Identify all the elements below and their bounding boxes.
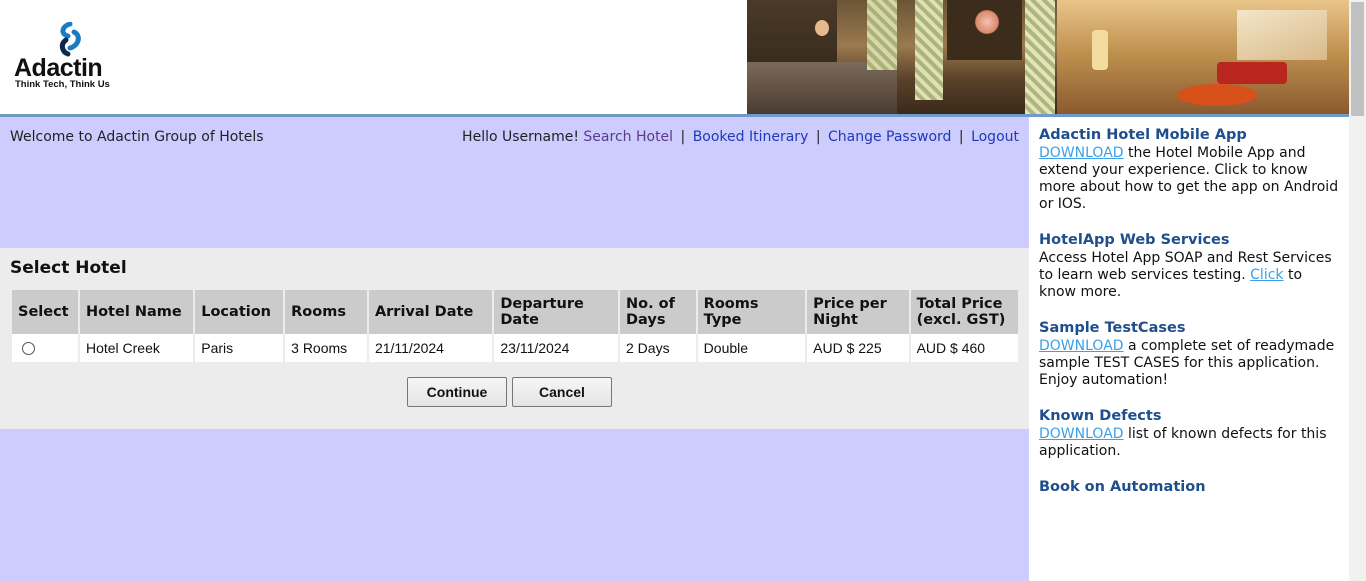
book-on-automation-heading[interactable]: Book on Automation [1039,479,1206,495]
column-header: Price per Night [807,290,909,334]
nav-logout-link[interactable]: Logout [971,129,1019,145]
column-header: Departure Date [494,290,618,334]
select-cell [12,334,78,362]
nav-search-hotel-link[interactable]: Search Hotel [583,129,673,145]
adactin-logo: Adactin Think Tech, Think Us [14,22,124,92]
logo-swirl-icon [59,22,81,57]
mobile-app-download-link[interactable]: DOWNLOAD [1039,145,1124,161]
hotel-select-radio[interactable] [22,341,35,355]
known-defects-heading[interactable]: Known Defects [1039,408,1161,424]
vertical-scrollbar[interactable] [1349,0,1366,581]
total-price-cell: AUD $ 460 [910,334,1018,362]
nav-separator: | [958,129,964,145]
hotel-results-table: Select Hotel Name Location Rooms Arrival… [10,290,1020,362]
hotel-name-cell: Hotel Creek [79,334,194,362]
test-cases-text: DOWNLOAD a complete set of readymade sam… [1039,338,1339,389]
nav-booked-itinerary-link[interactable]: Booked Itinerary [693,129,809,145]
rooms-cell: 3 Rooms [285,334,367,362]
column-header: No. of Days [620,290,696,334]
nav-change-password-link[interactable]: Change Password [828,129,951,145]
hotel-lobby-banner [747,0,1349,114]
top-nav: Hello Username! Search Hotel | Booked It… [462,129,1019,145]
nav-separator: | [680,129,686,145]
sidebar: Adactin Hotel Mobile App DOWNLOAD the Ho… [1029,117,1349,581]
column-header: Select [12,290,78,334]
column-header: Rooms [285,290,367,334]
web-services-text: Access Hotel App SOAP and Rest Services … [1039,250,1339,301]
column-header: Total Price (excl. GST) [910,290,1018,334]
column-header: Arrival Date [368,290,493,334]
column-header: Hotel Name [79,290,194,334]
arrival-date-cell: 21/11/2024 [368,334,493,362]
known-defects-text: DOWNLOAD list of known defects for this … [1039,426,1339,460]
price-per-night-cell: AUD $ 225 [807,334,909,362]
days-cell: 2 Days [620,334,696,362]
continue-button[interactable]: Continue [407,377,507,407]
mobile-app-text: DOWNLOAD the Hotel Mobile App and extend… [1039,145,1339,213]
greeting-text: Hello Username! [462,129,579,145]
select-hotel-panel: Select Hotel Select Hotel Name Location … [0,248,1029,429]
table-row: Hotel Creek Paris 3 Rooms 21/11/2024 23/… [12,334,1018,362]
scrollbar-thumb[interactable] [1351,2,1364,116]
web-services-click-link[interactable]: Click [1250,267,1283,283]
nav-separator: | [815,129,821,145]
table-header-row: Select Hotel Name Location Rooms Arrival… [12,290,1018,334]
mobile-app-heading[interactable]: Adactin Hotel Mobile App [1039,127,1247,143]
site-header: Adactin Think Tech, Think Us [0,0,1349,114]
cancel-button[interactable]: Cancel [512,377,612,407]
web-services-heading[interactable]: HotelApp Web Services [1039,232,1230,248]
test-cases-download-link[interactable]: DOWNLOAD [1039,338,1124,354]
logo-tagline: Think Tech, Think Us [15,79,110,90]
welcome-text: Welcome to Adactin Group of Hotels [10,129,264,145]
panel-title: Select Hotel [10,258,127,278]
column-header: Rooms Type [697,290,806,334]
departure-date-cell: 23/11/2024 [494,334,618,362]
test-cases-heading[interactable]: Sample TestCases [1039,320,1185,336]
column-header: Location [195,290,284,334]
known-defects-download-link[interactable]: DOWNLOAD [1039,426,1124,442]
location-cell: Paris [195,334,284,362]
room-type-cell: Double [697,334,806,362]
